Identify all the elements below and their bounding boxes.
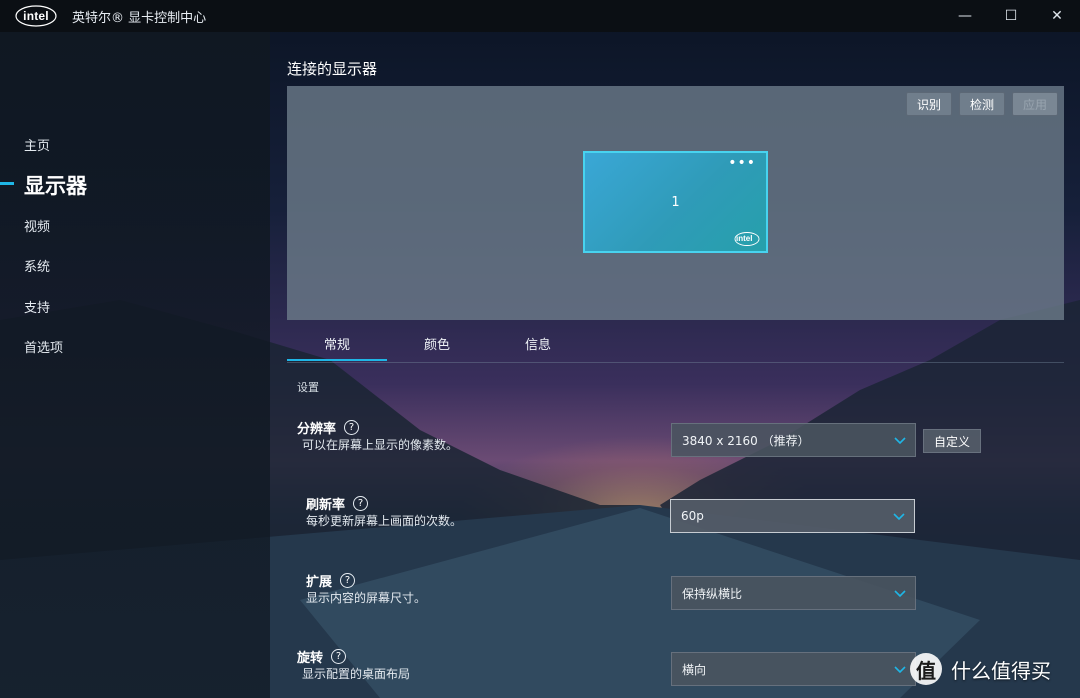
minimize-button[interactable]: — — [942, 0, 988, 32]
tab-bar: 常规 颜色 信息 — [287, 330, 1064, 363]
custom-resolution-button[interactable]: 自定义 — [923, 429, 981, 453]
apply-button[interactable]: 应用 — [1012, 92, 1059, 116]
section-label: 设置 — [297, 381, 319, 394]
scaling-label: 扩展 — [306, 575, 333, 590]
active-indicator — [0, 182, 14, 185]
monitor-tile[interactable]: ••• 1 intel — [583, 151, 768, 253]
maximize-button[interactable]: ☐ — [988, 0, 1034, 32]
watermark-icon: 值 — [910, 653, 942, 685]
identify-button[interactable]: 识别 — [906, 92, 953, 116]
more-options-icon[interactable]: ••• — [728, 155, 756, 171]
tab-general[interactable]: 常规 — [287, 334, 387, 353]
intel-logo: intel — [14, 4, 58, 28]
resolution-value: 3840 x 2160 （推荐） — [682, 433, 810, 448]
help-icon[interactable]: ? — [340, 573, 356, 588]
scaling-description: 显示内容的屏幕尺寸。 — [306, 591, 427, 605]
help-icon[interactable]: ? — [353, 496, 369, 511]
watermark-text: 什么值得买 — [951, 658, 1051, 683]
refresh-description: 每秒更新屏幕上画面的次数。 — [306, 514, 463, 528]
resolution-select[interactable]: 3840 x 2160 （推荐） — [671, 423, 916, 457]
title-bar: intel 英特尔® 显卡控制中心 — ☐ ✕ — [0, 0, 1080, 32]
rotation-title: 旋转 ? — [297, 647, 347, 666]
sidebar-item-video[interactable]: 视频 — [24, 216, 50, 235]
sidebar-item-home[interactable]: 主页 — [24, 135, 50, 154]
sidebar: 主页 显示器 视频 系统 支持 首选项 — [0, 32, 270, 698]
sidebar-item-preferences[interactable]: 首选项 — [24, 337, 63, 356]
refresh-title: 刷新率 ? — [306, 494, 369, 513]
sidebar-item-system[interactable]: 系统 — [24, 256, 50, 275]
watermark: 值 什么值得买 — [910, 652, 1051, 686]
intel-badge-icon: intel — [734, 231, 760, 247]
monitor-number: 1 — [671, 195, 680, 210]
chevron-down-icon — [893, 513, 905, 521]
rotation-description: 显示配置的桌面布局 — [302, 667, 411, 681]
resolution-title: 分辨率 ? — [297, 418, 360, 437]
rotation-label: 旋转 — [297, 651, 324, 666]
close-button[interactable]: ✕ — [1034, 0, 1080, 32]
chevron-down-icon — [894, 666, 906, 674]
tab-color[interactable]: 颜色 — [387, 334, 487, 353]
rotation-value: 横向 — [682, 662, 707, 677]
chevron-down-icon — [894, 437, 906, 445]
resolution-label: 分辨率 — [297, 422, 337, 437]
chevron-down-icon — [894, 590, 906, 598]
page-title: 连接的显示器 — [287, 60, 378, 78]
sidebar-item-support[interactable]: 支持 — [24, 297, 50, 316]
active-tab-underline — [287, 359, 387, 361]
scaling-select[interactable]: 保持纵横比 — [671, 576, 916, 610]
monitor-brand: intel — [736, 234, 753, 243]
window-controls: — ☐ ✕ — [942, 0, 1080, 32]
refresh-rate-select[interactable]: 60p — [670, 499, 915, 533]
detect-button[interactable]: 检测 — [959, 92, 1006, 116]
logo-text: intel — [23, 9, 49, 23]
refresh-value: 60p — [681, 509, 704, 523]
help-icon[interactable]: ? — [331, 649, 347, 664]
monitor-panel: 识别 检测 应用 ••• 1 intel — [287, 86, 1064, 320]
tab-info[interactable]: 信息 — [488, 334, 588, 353]
resolution-description: 可以在屏幕上显示的像素数。 — [302, 438, 459, 452]
sidebar-item-display[interactable]: 显示器 — [24, 170, 87, 200]
scaling-value: 保持纵横比 — [682, 586, 743, 601]
rotation-select[interactable]: 横向 — [671, 652, 916, 686]
help-icon[interactable]: ? — [344, 420, 360, 435]
app-title: 英特尔® 显卡控制中心 — [72, 10, 207, 26]
scaling-title: 扩展 ? — [306, 571, 356, 590]
refresh-label: 刷新率 — [306, 498, 346, 513]
